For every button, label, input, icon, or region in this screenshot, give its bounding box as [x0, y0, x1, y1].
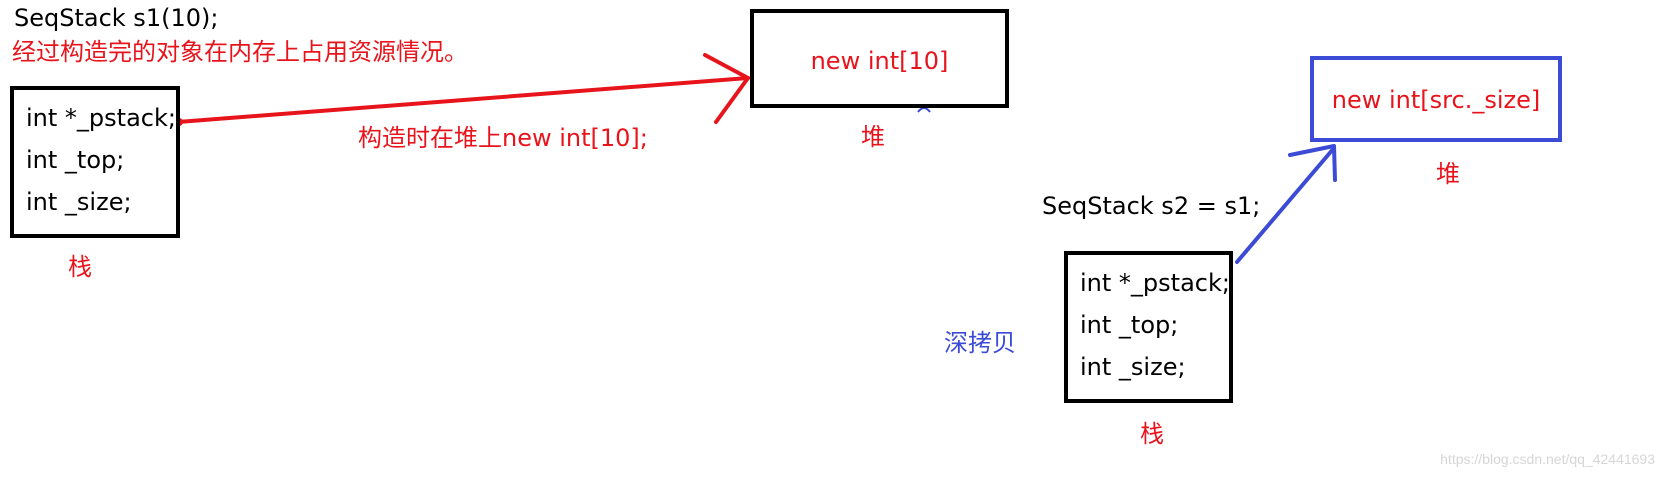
s1-declaration: SeqStack s1(10);: [14, 4, 219, 32]
s2-field-top: int _top;: [1080, 311, 1179, 339]
heap1-text: new int[10]: [810, 47, 949, 75]
s2-stack-label: 栈: [1140, 420, 1164, 448]
s1-field-pstack: int *_pstack;: [26, 104, 176, 132]
heap2-label: 堆: [1436, 160, 1460, 188]
s1-stack-label: 栈: [68, 253, 92, 281]
s2-stack-box: int *_pstack; int _top; int _size;: [1064, 251, 1233, 403]
s1-stack-box: int *_pstack; int _top; int _size;: [10, 86, 180, 238]
heap-alloc-label: 构造时在堆上new int[10];: [358, 124, 648, 152]
heap1-box: new int[10]: [750, 9, 1009, 108]
deep-copy-label: 深拷贝: [944, 329, 1016, 357]
s2-field-size: int _size;: [1080, 353, 1186, 381]
s2-declaration: SeqStack s2 = s1;: [1042, 192, 1261, 220]
heap2-box: new int[src._size]: [1310, 56, 1562, 142]
watermark-text: https://blog.csdn.net/qq_42441693: [1440, 451, 1655, 467]
s2-field-pstack: int *_pstack;: [1080, 269, 1230, 297]
memory-caption: 经过构造完的对象在内存上占用资源情况。: [12, 38, 468, 66]
heap1-label: 堆: [861, 123, 885, 151]
heap2-text: new int[src._size]: [1331, 86, 1541, 114]
s1-field-size: int _size;: [26, 188, 132, 216]
s1-field-top: int _top;: [26, 146, 125, 174]
blue-tick-mark: [917, 107, 931, 113]
